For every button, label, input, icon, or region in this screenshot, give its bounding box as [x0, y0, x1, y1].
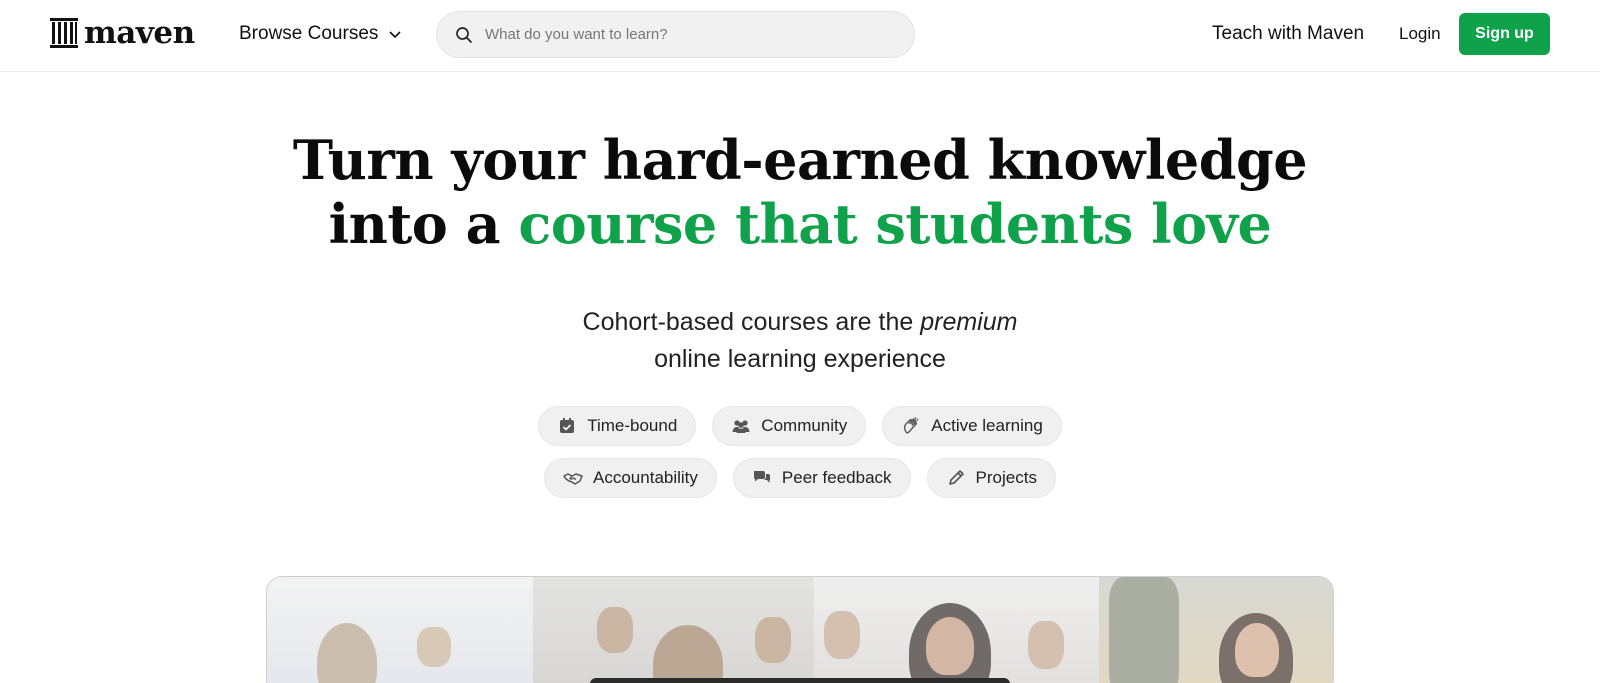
feature-chip-active-learning: Active learning: [882, 406, 1062, 446]
search-input[interactable]: [485, 26, 885, 43]
subtitle-emphasis: premium: [920, 308, 1018, 336]
top-nav: maven Browse Courses Teach with Maven Lo…: [0, 0, 1600, 72]
subtitle-part1: Cohort-based courses are the: [582, 308, 921, 336]
tile-overlay: [267, 577, 533, 683]
hero-title-accent: course that students love: [518, 192, 1272, 256]
maven-logo-mark-icon: [50, 18, 78, 48]
maven-logo-text: maven: [84, 14, 195, 51]
tile-overlay: [813, 577, 1100, 683]
people-icon: [732, 420, 750, 433]
feature-chip-label: Accountability: [593, 468, 698, 487]
hero-video-collage[interactable]: [266, 576, 1334, 683]
feature-chip-label: Community: [761, 416, 848, 435]
hero-subtitle: Cohort-based courses are the premium onl…: [0, 304, 1600, 378]
feature-chip-time-bound: Time-bound: [538, 406, 697, 446]
pencil-icon: [948, 470, 964, 485]
feature-chip-peer-feedback: Peer feedback: [732, 458, 911, 498]
login-link[interactable]: Login: [1399, 21, 1441, 47]
feature-chip-accountability: Accountability: [544, 458, 717, 498]
feature-chips-row-1: Time-bound Community Active learning: [0, 406, 1600, 446]
tile-overlay: [532, 577, 814, 683]
clapping-hands-icon: [904, 417, 919, 434]
video-tile: [1099, 577, 1333, 683]
browse-courses-dropdown[interactable]: Browse Courses: [239, 20, 402, 48]
browse-courses-label: Browse Courses: [239, 23, 379, 44]
video-tile: [267, 577, 533, 683]
feature-chip-label: Active learning: [931, 416, 1043, 435]
sign-up-button[interactable]: Sign up: [1459, 13, 1550, 55]
feature-chip-projects: Projects: [926, 458, 1056, 498]
hero-title-line2-prefix: into a: [328, 192, 519, 256]
feature-chip-label: Peer feedback: [781, 468, 892, 487]
chat-bubbles-icon: [753, 471, 770, 483]
maven-logo[interactable]: maven: [50, 16, 195, 50]
search-bar[interactable]: [436, 11, 915, 58]
subtitle-line2: online learning experience: [654, 345, 946, 373]
feature-chip-label: Time-bound: [587, 416, 678, 435]
search-icon: [456, 26, 472, 43]
handshake-icon: [563, 473, 583, 485]
feature-chip-label: Projects: [975, 468, 1037, 487]
chevron-down-icon: [389, 31, 401, 39]
video-control-bar[interactable]: [590, 678, 1010, 683]
hero-title: Turn your hard-earned knowledge into a c…: [0, 128, 1600, 256]
video-tile: [532, 577, 814, 683]
feature-chips-row-2: Accountability Peer feedback Projects: [0, 458, 1600, 498]
feature-chip-community: Community: [712, 406, 867, 446]
tile-overlay: [1099, 577, 1333, 683]
video-tile: [813, 577, 1100, 683]
teach-with-maven-link[interactable]: Teach with Maven: [1212, 20, 1364, 48]
hero-title-line1: Turn your hard-earned knowledge: [292, 128, 1308, 192]
calendar-check-icon: [560, 418, 575, 433]
